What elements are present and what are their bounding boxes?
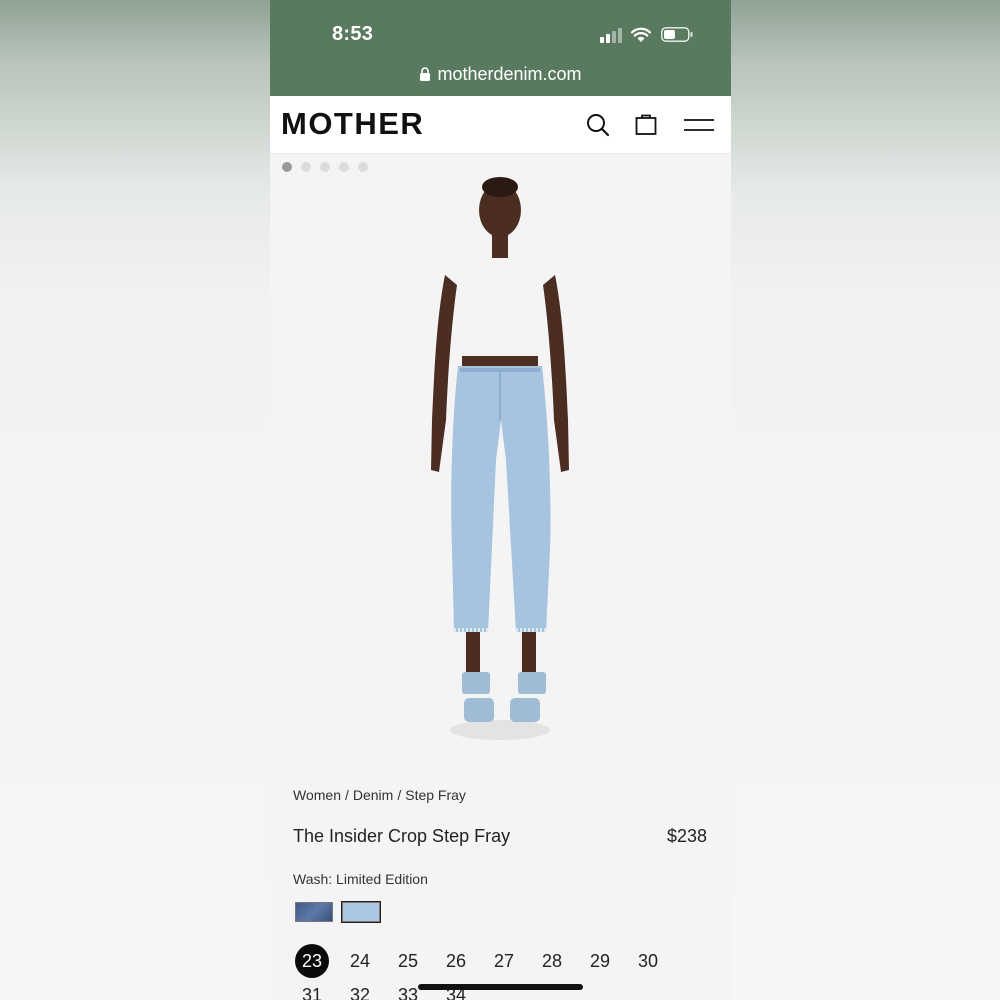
carousel-dot[interactable] — [339, 162, 349, 172]
status-bar: 8:53 motherdenim.com — [270, 0, 731, 96]
phone-screen: 8:53 motherdenim.com MOTHER Women / Deni… — [270, 0, 731, 1000]
breadcrumb: Women / Denim / Step Fray — [293, 787, 466, 803]
size-option[interactable]: 30 — [631, 944, 665, 978]
status-time: 8:53 — [332, 23, 374, 45]
url-text: motherdenim.com — [437, 64, 582, 84]
breadcrumb-link-women[interactable]: Women — [293, 787, 341, 803]
hamburger-menu-icon[interactable] — [684, 118, 714, 132]
breadcrumb-link-denim[interactable]: Denim — [353, 787, 393, 803]
breadcrumb-current[interactable]: Step Fray — [405, 787, 466, 803]
swatch-light-wash-selected[interactable] — [342, 902, 380, 922]
wifi-icon — [631, 27, 651, 42]
breadcrumb-separator: / — [344, 787, 349, 803]
size-option[interactable]: 31 — [295, 978, 329, 1000]
cellular-signal-icon — [600, 27, 624, 43]
size-option[interactable]: 28 — [535, 944, 569, 978]
site-header: MOTHER — [270, 96, 731, 154]
product-price: $238 — [666, 826, 707, 846]
carousel-dot[interactable] — [358, 162, 368, 172]
size-option[interactable]: 29 — [583, 944, 617, 978]
size-option-selected[interactable]: 23 — [295, 944, 329, 978]
product-title: The Insider Crop Step Fray — [293, 826, 511, 846]
address-bar[interactable]: motherdenim.com — [270, 64, 731, 88]
size-option[interactable]: 26 — [439, 944, 473, 978]
shopping-bag-icon[interactable] — [634, 112, 658, 136]
mother-logo[interactable]: MOTHER — [281, 106, 424, 142]
carousel-dots — [282, 162, 368, 172]
size-option[interactable]: 24 — [343, 944, 377, 978]
carousel-dot[interactable] — [282, 162, 292, 172]
search-icon[interactable] — [586, 113, 610, 137]
product-image[interactable] — [400, 170, 600, 760]
battery-icon — [661, 27, 693, 42]
carousel-dot[interactable] — [301, 162, 311, 172]
size-option[interactable]: 25 — [391, 944, 425, 978]
lock-icon — [420, 67, 431, 81]
breadcrumb-separator: / — [397, 787, 402, 803]
swatch-dark-wash[interactable] — [295, 902, 333, 922]
size-option[interactable]: 27 — [487, 944, 521, 978]
carousel-dot[interactable] — [320, 162, 330, 172]
size-option[interactable]: 32 — [343, 978, 377, 1000]
home-indicator[interactable] — [418, 984, 583, 990]
wash-label: Wash: Limited Edition — [293, 871, 428, 887]
